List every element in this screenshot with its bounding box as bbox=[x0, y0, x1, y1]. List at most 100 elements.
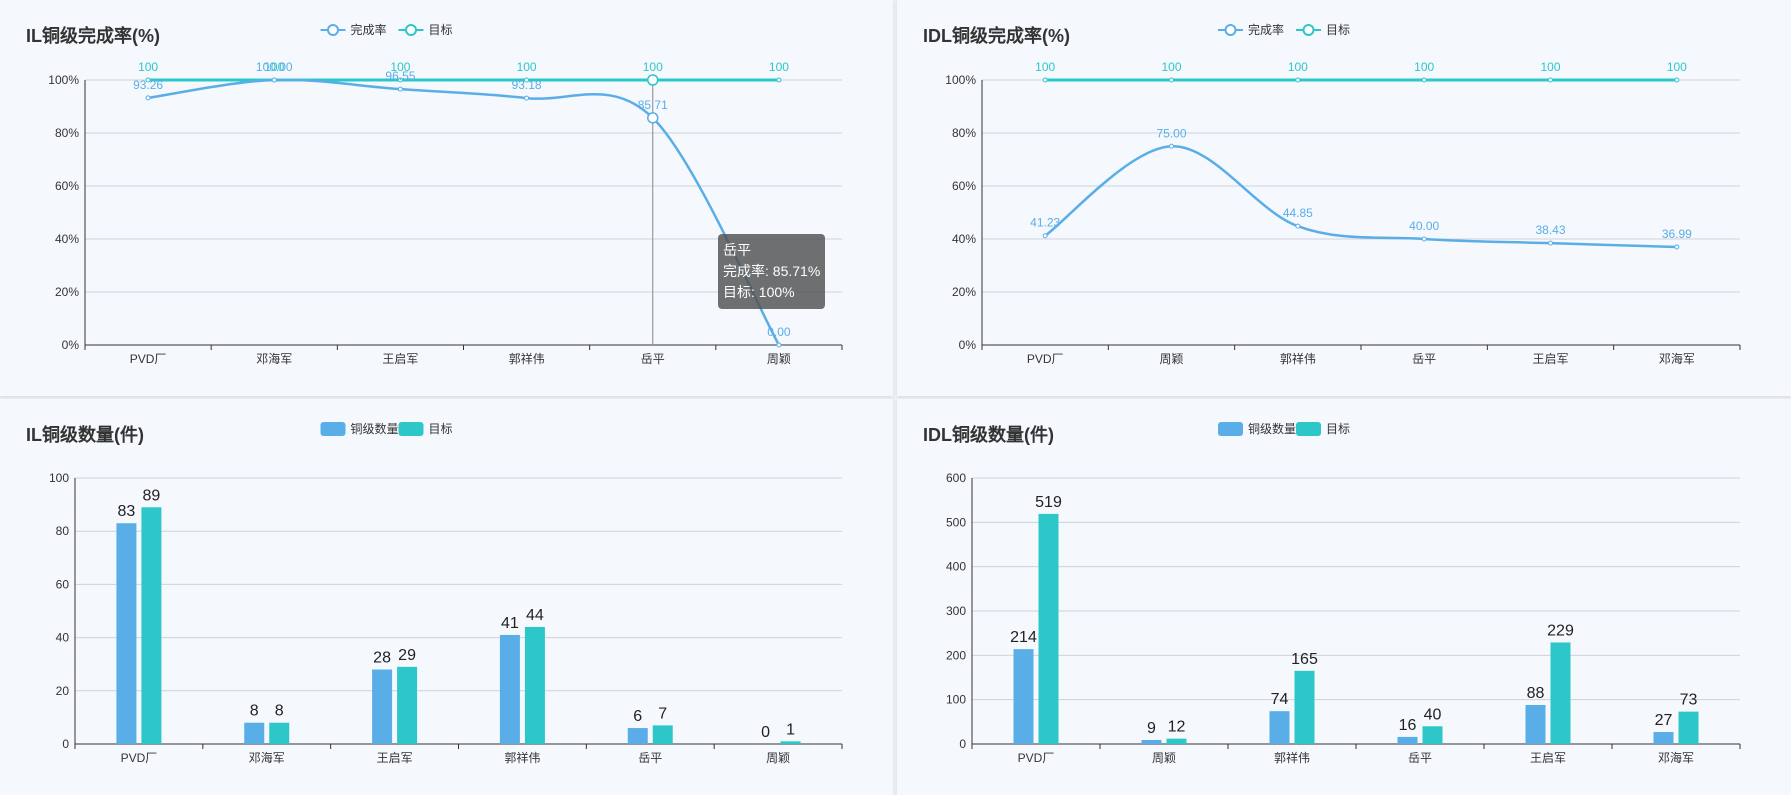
data-label: 75.00 bbox=[1156, 126, 1186, 140]
bar[interactable] bbox=[1294, 670, 1315, 744]
legend-label[interactable]: 目标 bbox=[429, 422, 453, 436]
legend-label[interactable]: 完成率 bbox=[1248, 22, 1284, 37]
legend-label[interactable]: 完成率 bbox=[351, 22, 387, 37]
data-label: 85.71 bbox=[638, 98, 668, 112]
data-label: 40.00 bbox=[1409, 219, 1439, 233]
y-tick-label: 60 bbox=[56, 577, 70, 591]
data-label: 100.00 bbox=[256, 60, 293, 74]
data-label: 100 bbox=[1540, 60, 1560, 74]
bar[interactable] bbox=[1397, 736, 1418, 744]
bar[interactable] bbox=[1422, 726, 1443, 744]
bar[interactable] bbox=[372, 669, 393, 744]
idl-quantity-chart[interactable]: 铜级数量 目标 0 100 200 300 400 500 600 PVD厂 周颖 郭祥伟 岳平 王启军 邓… bbox=[897, 399, 1791, 795]
legend-label[interactable]: 目标 bbox=[1326, 422, 1350, 436]
data-point bbox=[397, 86, 403, 92]
bar[interactable] bbox=[1525, 704, 1546, 744]
y-tick-label: 100% bbox=[48, 73, 79, 87]
bar-value-label: 27 bbox=[1655, 712, 1673, 729]
bar[interactable] bbox=[1678, 711, 1699, 744]
idl-quantity-panel: IDL铜级数量(件) 铜级数量 目标 0 100 200 300 400 500 600 PVD厂… bbox=[897, 399, 1791, 795]
bar-value-label: 44 bbox=[526, 607, 544, 624]
y-tick-label: 300 bbox=[946, 604, 966, 618]
legend-label[interactable]: 目标 bbox=[429, 23, 453, 37]
x-tick-label: 郭祥伟 bbox=[1274, 751, 1310, 765]
data-point bbox=[1169, 77, 1174, 83]
idl-completion-rate-chart[interactable]: 完成率 目标 0% 20% 40% 60% 80% 100% PVD厂 周颖 郭祥伟 岳平 王启军 邓海军… bbox=[897, 0, 1791, 396]
bar-value-label: 6 bbox=[633, 708, 642, 725]
bar[interactable] bbox=[397, 666, 418, 744]
legend-label[interactable]: 铜级数量 bbox=[351, 421, 399, 436]
data-label: 100 bbox=[138, 60, 158, 74]
data-point bbox=[1295, 77, 1301, 83]
bar-value-label: 12 bbox=[1168, 719, 1186, 736]
y-tick-label: 400 bbox=[946, 560, 966, 574]
bar[interactable] bbox=[652, 725, 673, 744]
y-tick-label: 100 bbox=[946, 693, 966, 707]
data-point bbox=[1548, 240, 1553, 246]
bar-value-label: 7 bbox=[658, 705, 667, 722]
bar[interactable] bbox=[244, 722, 265, 744]
data-label: 100 bbox=[517, 60, 537, 74]
data-label: 100 bbox=[1667, 60, 1687, 74]
legend-circle-marker bbox=[327, 24, 339, 36]
data-point bbox=[1421, 236, 1427, 242]
data-point bbox=[524, 95, 530, 101]
data-label: 96.55 bbox=[385, 69, 415, 83]
bar[interactable] bbox=[1141, 740, 1162, 744]
legend-label[interactable]: 铜级数量 bbox=[1248, 421, 1296, 436]
y-tick-label: 60% bbox=[55, 179, 79, 193]
x-tick-label: PVD厂 bbox=[1018, 751, 1055, 765]
y-tick-label: 0 bbox=[62, 737, 69, 751]
bar-value-label: 9 bbox=[1147, 720, 1156, 737]
x-tick-label: 王启军 bbox=[1532, 352, 1568, 366]
y-tick-label: 80 bbox=[56, 524, 70, 538]
legend-circle-marker bbox=[1302, 24, 1315, 36]
il-completion-rate-chart[interactable]: 完成率 目标0%20%40%60%80%100%PVD厂 邓海军 王启军 郭祥伟 岳平 周颖… bbox=[0, 0, 893, 396]
bar-value-label: 0 bbox=[761, 724, 770, 741]
bar[interactable] bbox=[1550, 642, 1571, 744]
x-tick-label: 郭祥伟 bbox=[1280, 352, 1316, 366]
x-tick-label: 邓海军 bbox=[1659, 351, 1695, 366]
y-tick-label: 80% bbox=[952, 126, 976, 140]
data-point bbox=[776, 342, 782, 348]
legend-color-swatch bbox=[1296, 422, 1321, 436]
bar-value-label: 41 bbox=[501, 615, 519, 632]
data-label: 0.00 bbox=[767, 325, 791, 339]
x-tick-label: 岳平 bbox=[1408, 751, 1432, 765]
data-label: 100 bbox=[769, 60, 789, 74]
bar[interactable] bbox=[141, 507, 162, 744]
bar[interactable] bbox=[524, 626, 545, 744]
bar[interactable] bbox=[1166, 738, 1187, 744]
data-label: 100 bbox=[643, 60, 663, 74]
x-tick-label: 周颖 bbox=[767, 352, 791, 366]
x-tick-label: 邓海军 bbox=[256, 351, 292, 366]
chart-tooltip: 岳平 完成率: 85.71% 目标: 100% bbox=[718, 234, 826, 309]
y-tick-label: 0% bbox=[959, 338, 977, 352]
legend-label[interactable]: 目标 bbox=[1326, 23, 1350, 37]
il-quantity-chart[interactable]: 铜级数量 目标020406080100PVD厂 邓海军 王启军 郭祥伟 岳平 周颖83828… bbox=[0, 399, 893, 795]
bar[interactable] bbox=[1653, 732, 1674, 744]
bar[interactable] bbox=[780, 741, 801, 744]
bar-value-label: 16 bbox=[1399, 717, 1417, 734]
legend-color-swatch bbox=[1218, 422, 1243, 436]
bar[interactable] bbox=[1013, 649, 1034, 744]
data-point bbox=[1548, 77, 1553, 83]
bar[interactable] bbox=[1038, 513, 1059, 744]
bar[interactable] bbox=[627, 728, 648, 744]
x-tick-label: 岳平 bbox=[641, 352, 665, 366]
y-tick-label: 20 bbox=[56, 684, 70, 698]
bar[interactable] bbox=[499, 634, 520, 744]
bar[interactable] bbox=[116, 523, 137, 744]
data-point bbox=[1674, 244, 1680, 250]
x-tick-label: PVD厂 bbox=[1027, 352, 1064, 366]
bar[interactable] bbox=[269, 722, 290, 744]
data-label: 41.23 bbox=[1030, 216, 1060, 230]
data-point bbox=[776, 77, 782, 83]
x-tick-label: PVD厂 bbox=[121, 751, 158, 765]
idl-completion-rate-panel: IDL铜级完成率(%) 完成率 目标 0% 20% 40% 60% 80% 100% PVD厂周… bbox=[897, 0, 1791, 396]
y-tick-label: 40 bbox=[56, 631, 70, 645]
bar[interactable] bbox=[1269, 711, 1290, 744]
x-tick-label: 周颖 bbox=[1152, 751, 1176, 765]
data-label: 38.43 bbox=[1535, 223, 1565, 237]
x-tick-label: 郭祥伟 bbox=[504, 751, 540, 765]
